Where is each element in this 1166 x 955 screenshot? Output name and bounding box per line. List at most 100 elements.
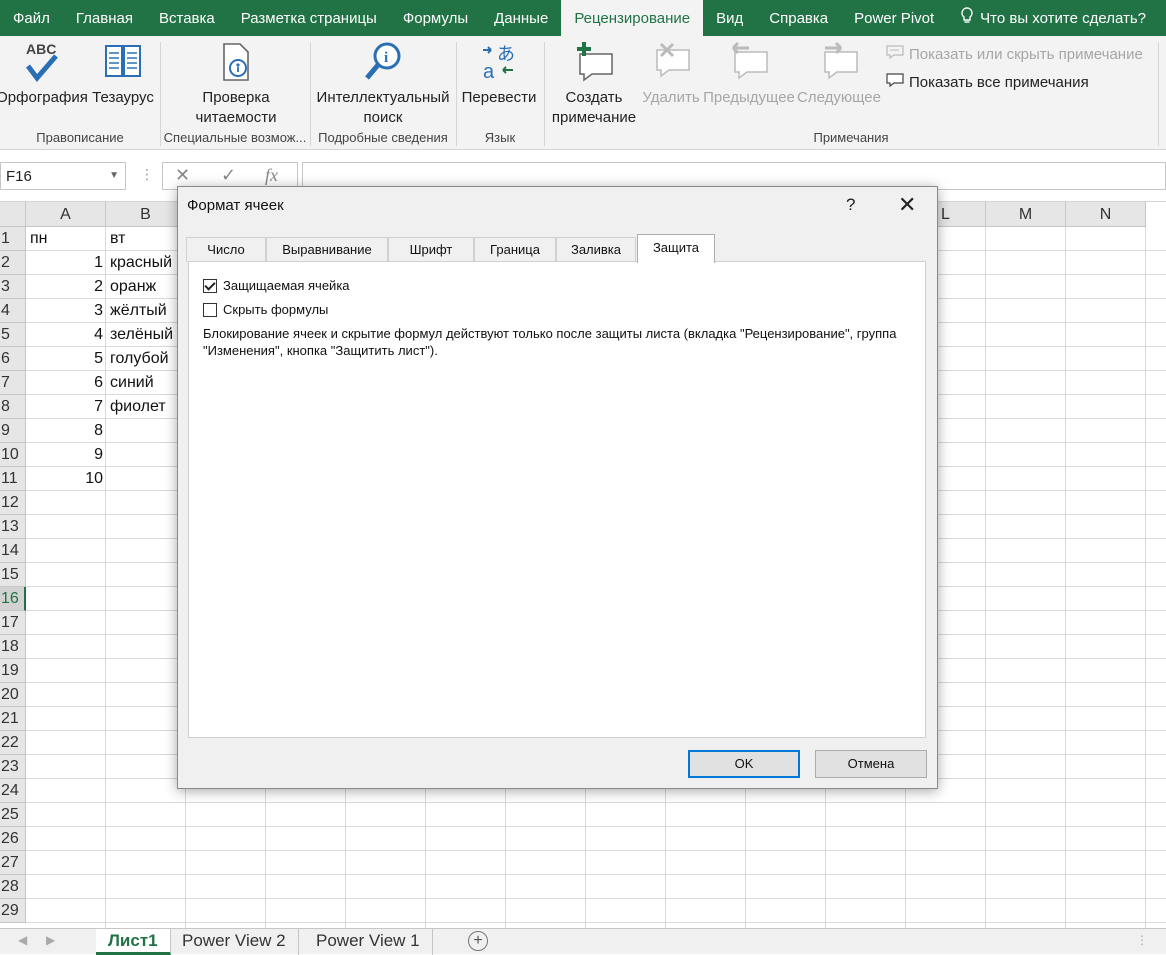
tab-home[interactable]: Главная: [63, 0, 146, 36]
cell[interactable]: голубой: [106, 347, 186, 371]
row-header[interactable]: 6: [0, 347, 26, 371]
row-header[interactable]: 9: [0, 419, 26, 443]
spelling-button[interactable]: ABC Орфография: [0, 40, 90, 108]
row-header[interactable]: 8: [0, 395, 26, 419]
dialog-tab-fill[interactable]: Заливка: [556, 237, 636, 262]
row-header[interactable]: 13: [0, 515, 26, 539]
chevron-down-icon[interactable]: ▼: [109, 170, 119, 181]
row-header[interactable]: 18: [0, 635, 26, 659]
cell[interactable]: зелёный: [106, 323, 186, 347]
column-header[interactable]: B: [106, 202, 186, 227]
row-header[interactable]: 25: [0, 803, 26, 827]
row-header[interactable]: 5: [0, 323, 26, 347]
cancel-button[interactable]: Отмена: [815, 750, 927, 778]
cell[interactable]: 7: [26, 395, 106, 419]
thesaurus-button[interactable]: Тезаурус: [90, 40, 156, 108]
scroll-options-icon[interactable]: ⋮: [1136, 933, 1148, 947]
help-icon[interactable]: ?: [846, 195, 855, 215]
tab-insert[interactable]: Вставка: [146, 0, 228, 36]
row-header[interactable]: 3: [0, 275, 26, 299]
row-header[interactable]: 12: [0, 491, 26, 515]
row-header[interactable]: 11: [0, 467, 26, 491]
previous-comment-button[interactable]: Предыдущее: [702, 40, 796, 108]
row-header[interactable]: 1: [0, 227, 26, 251]
cell[interactable]: 3: [26, 299, 106, 323]
column-header[interactable]: M: [986, 202, 1066, 227]
cancel-icon[interactable]: ✕: [175, 165, 190, 186]
tell-me-search[interactable]: Что вы хотите сделать?: [947, 0, 1159, 36]
tab-view[interactable]: Вид: [703, 0, 756, 36]
tab-data[interactable]: Данные: [481, 0, 561, 36]
row-header[interactable]: 16: [0, 587, 26, 611]
check-accessibility-button[interactable]: Проверка читаемости: [168, 40, 304, 128]
hidden-checkbox[interactable]: [203, 302, 217, 317]
next-comment-button[interactable]: Следующее: [796, 40, 882, 108]
select-all-corner[interactable]: [0, 202, 26, 227]
row-header[interactable]: 4: [0, 299, 26, 323]
name-box[interactable]: F16 ▼: [0, 162, 126, 190]
row-header[interactable]: 22: [0, 731, 26, 755]
scroll-left-icon[interactable]: ◀: [18, 933, 27, 947]
dialog-tab-alignment[interactable]: Выравнивание: [266, 237, 388, 262]
row-header[interactable]: 27: [0, 851, 26, 875]
tab-power-pivot[interactable]: Power Pivot: [841, 0, 947, 36]
cell[interactable]: 2: [26, 275, 106, 299]
translate-button[interactable]: あa Перевести: [458, 40, 540, 108]
cell[interactable]: 5: [26, 347, 106, 371]
row-header[interactable]: 10: [0, 443, 26, 467]
row-header[interactable]: 19: [0, 659, 26, 683]
row-header[interactable]: 23: [0, 755, 26, 779]
delete-comment-button[interactable]: Удалить: [640, 40, 702, 108]
cell[interactable]: красный: [106, 251, 186, 275]
row-header[interactable]: 26: [0, 827, 26, 851]
dialog-tab-protection[interactable]: Защита: [637, 234, 715, 263]
scroll-right-icon[interactable]: ▶: [46, 933, 55, 947]
ok-button[interactable]: OK: [688, 750, 800, 778]
dialog-tab-font[interactable]: Шрифт: [388, 237, 474, 262]
row-header[interactable]: 14: [0, 539, 26, 563]
sheet-tab-power-view-2[interactable]: Power View 2: [170, 929, 299, 955]
row-header[interactable]: 17: [0, 611, 26, 635]
cell[interactable]: оранж: [106, 275, 186, 299]
locked-checkbox[interactable]: [203, 278, 217, 293]
cell[interactable]: 8: [26, 419, 106, 443]
show-hide-comment-button[interactable]: Показать или скрыть примечание: [886, 44, 1143, 64]
row-header[interactable]: 7: [0, 371, 26, 395]
tab-formulas[interactable]: Формулы: [390, 0, 481, 36]
column-header[interactable]: A: [26, 202, 106, 227]
smart-lookup-button[interactable]: i Интеллектуальный поиск: [312, 40, 454, 128]
row-header[interactable]: 20: [0, 683, 26, 707]
cell[interactable]: вт: [106, 227, 186, 251]
cell[interactable]: 6: [26, 371, 106, 395]
row-header[interactable]: 28: [0, 875, 26, 899]
dialog-tab-number[interactable]: Число: [186, 237, 266, 262]
insert-function-icon[interactable]: fx: [265, 165, 278, 186]
show-all-comments-button[interactable]: Показать все примечания: [886, 72, 1089, 92]
tab-file[interactable]: Файл: [0, 0, 63, 36]
row-header[interactable]: 21: [0, 707, 26, 731]
dialog-tab-border[interactable]: Граница: [474, 237, 556, 262]
sheet-tab-list1[interactable]: Лист1: [96, 929, 171, 955]
tab-review[interactable]: Рецензирование: [561, 0, 704, 36]
column-header[interactable]: N: [1066, 202, 1146, 227]
cell[interactable]: жёлтый: [106, 299, 186, 323]
locked-checkbox-row[interactable]: Защищаемая ячейка: [203, 278, 350, 293]
row-header[interactable]: 15: [0, 563, 26, 587]
close-icon[interactable]: ✕: [898, 192, 916, 218]
cell[interactable]: 4: [26, 323, 106, 347]
cell[interactable]: фиолет: [106, 395, 186, 419]
tab-page-layout[interactable]: Разметка страницы: [228, 0, 390, 36]
cell[interactable]: 1: [26, 251, 106, 275]
tab-help[interactable]: Справка: [756, 0, 841, 36]
drag-handle-icon[interactable]: ⋮: [140, 166, 154, 183]
hidden-checkbox-row[interactable]: Скрыть формулы: [203, 302, 328, 317]
row-header[interactable]: 24: [0, 779, 26, 803]
add-sheet-icon[interactable]: +: [468, 931, 488, 951]
sheet-tab-power-view-1[interactable]: Power View 1: [304, 929, 433, 955]
cell[interactable]: 9: [26, 443, 106, 467]
row-header[interactable]: 29: [0, 899, 26, 923]
cell[interactable]: пн: [26, 227, 106, 251]
row-header[interactable]: 2: [0, 251, 26, 275]
enter-icon[interactable]: ✓: [221, 165, 236, 186]
cell[interactable]: синий: [106, 371, 186, 395]
